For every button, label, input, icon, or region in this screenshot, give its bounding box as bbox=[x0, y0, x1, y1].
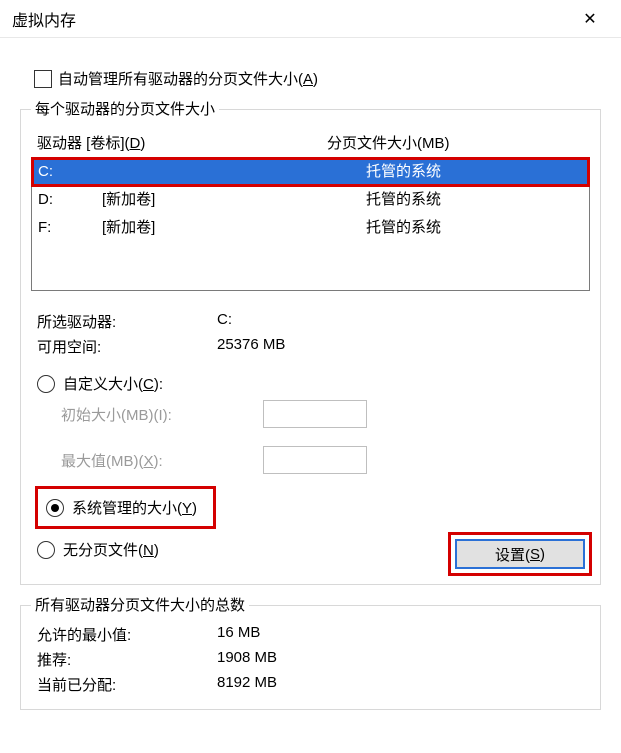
size-header-col: 分页文件大小(MB) bbox=[327, 132, 584, 153]
auto-manage-checkbox[interactable] bbox=[34, 70, 52, 88]
free-space-row: 可用空间: 25376 MB bbox=[31, 334, 590, 359]
drive-header-col: 驱动器 [卷标](D) bbox=[37, 132, 327, 153]
recommended-value: 1908 MB bbox=[217, 649, 277, 670]
system-managed-label: 系统管理的大小(Y) bbox=[72, 497, 197, 518]
drive-paging-size: 托管的系统 bbox=[366, 216, 583, 240]
drive-letter: D: bbox=[38, 188, 102, 212]
selected-drive-label: 所选驱动器: bbox=[37, 311, 217, 332]
system-managed-highlight: 系统管理的大小(Y) bbox=[35, 486, 216, 529]
initial-size-input[interactable] bbox=[263, 400, 367, 428]
set-button-highlight: 设置(S) bbox=[448, 532, 592, 576]
min-allowed-row: 允许的最小值: 16 MB bbox=[31, 622, 590, 647]
selected-drive-value: C: bbox=[217, 311, 232, 332]
system-managed-radio[interactable] bbox=[46, 499, 64, 517]
drive-listbox[interactable]: C: 托管的系统 D: [新加卷] 托管的系统 F: [新加卷] 托管的系统 bbox=[31, 157, 590, 291]
drive-volume-label: [新加卷] bbox=[102, 188, 366, 212]
max-size-input[interactable] bbox=[263, 446, 367, 474]
window-title: 虚拟内存 bbox=[12, 7, 76, 31]
selected-drive-row: 所选驱动器: C: bbox=[31, 309, 590, 334]
per-drive-group: 每个驱动器的分页文件大小 驱动器 [卷标](D) 分页文件大小(MB) C: 托… bbox=[20, 109, 601, 585]
drive-row-d[interactable]: D: [新加卷] 托管的系统 bbox=[32, 186, 589, 214]
initial-size-label: 初始大小(MB)(I): bbox=[61, 404, 227, 425]
recommended-row: 推荐: 1908 MB bbox=[31, 647, 590, 672]
currently-allocated-row: 当前已分配: 8192 MB bbox=[31, 672, 590, 697]
auto-manage-label: 自动管理所有驱动器的分页文件大小(A) bbox=[58, 68, 318, 89]
initial-size-row: 初始大小(MB)(I): bbox=[31, 398, 590, 430]
drive-volume-label bbox=[102, 160, 366, 184]
auto-manage-row: 自动管理所有驱动器的分页文件大小(A) bbox=[20, 56, 601, 103]
drive-volume-label: [新加卷] bbox=[102, 216, 366, 240]
dialog-content: 自动管理所有驱动器的分页文件大小(A) 每个驱动器的分页文件大小 驱动器 [卷标… bbox=[0, 38, 621, 710]
custom-size-radio[interactable] bbox=[37, 375, 55, 393]
drive-list-header: 驱动器 [卷标](D) 分页文件大小(MB) bbox=[31, 126, 590, 157]
totals-group: 所有驱动器分页文件大小的总数 允许的最小值: 16 MB 推荐: 1908 MB… bbox=[20, 605, 601, 710]
per-drive-group-title: 每个驱动器的分页文件大小 bbox=[31, 98, 219, 119]
drive-letter: F: bbox=[38, 216, 102, 240]
drive-letter: C: bbox=[38, 160, 102, 184]
free-space-label: 可用空间: bbox=[37, 336, 217, 357]
set-button[interactable]: 设置(S) bbox=[455, 539, 585, 569]
recommended-label: 推荐: bbox=[37, 649, 217, 670]
drive-row-f[interactable]: F: [新加卷] 托管的系统 bbox=[32, 214, 589, 242]
custom-size-row[interactable]: 自定义大小(C): bbox=[31, 369, 590, 398]
custom-size-label: 自定义大小(C): bbox=[63, 373, 163, 394]
max-size-label: 最大值(MB)(X): bbox=[61, 450, 227, 471]
min-allowed-label: 允许的最小值: bbox=[37, 624, 217, 645]
close-button[interactable]: ✕ bbox=[571, 0, 609, 38]
no-paging-label: 无分页文件(N) bbox=[63, 539, 159, 560]
no-paging-radio[interactable] bbox=[37, 541, 55, 559]
drive-row-c[interactable]: C: 托管的系统 bbox=[32, 158, 589, 186]
max-size-row: 最大值(MB)(X): bbox=[31, 444, 590, 476]
free-space-value: 25376 MB bbox=[217, 336, 285, 357]
currently-allocated-label: 当前已分配: bbox=[37, 674, 217, 695]
drive-paging-size: 托管的系统 bbox=[366, 160, 583, 184]
currently-allocated-value: 8192 MB bbox=[217, 674, 277, 695]
min-allowed-value: 16 MB bbox=[217, 624, 260, 645]
totals-group-title: 所有驱动器分页文件大小的总数 bbox=[31, 594, 249, 615]
titlebar: 虚拟内存 ✕ bbox=[0, 0, 621, 38]
drive-paging-size: 托管的系统 bbox=[366, 188, 583, 212]
